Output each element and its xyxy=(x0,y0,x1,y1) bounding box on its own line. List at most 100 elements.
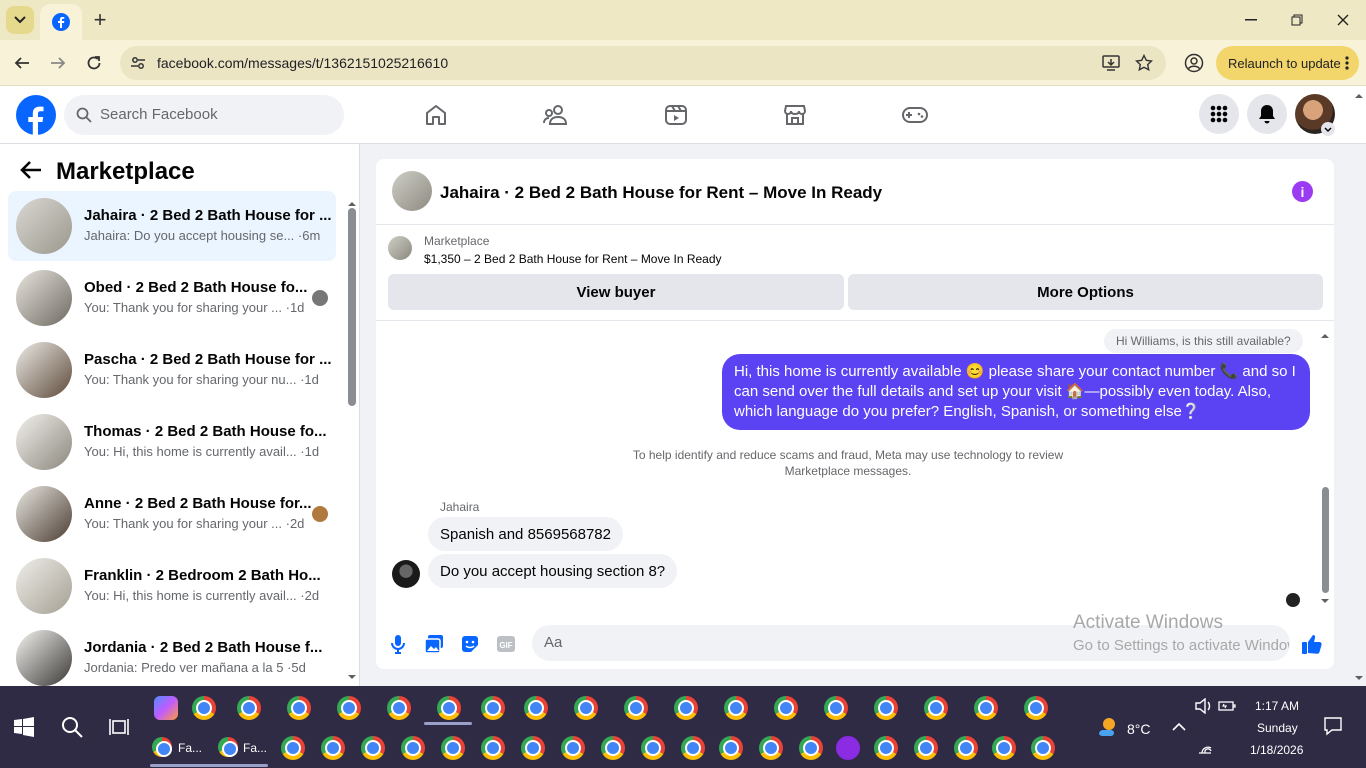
sidebar-scrollbar[interactable] xyxy=(347,196,357,684)
chrome-icon[interactable] xyxy=(321,736,345,760)
nav-home[interactable] xyxy=(419,98,453,132)
chrome-icon[interactable] xyxy=(524,696,548,720)
browser-tab-facebook[interactable] xyxy=(40,4,82,40)
site-info-icon[interactable] xyxy=(130,55,146,71)
clock-day[interactable]: Sunday xyxy=(1257,721,1298,735)
copilot-icon[interactable] xyxy=(154,696,178,720)
bookmark-star-icon[interactable] xyxy=(1135,54,1153,72)
conversation-item[interactable]: Obed · 2 Bed 2 Bath House fo... You: Tha… xyxy=(8,263,336,333)
weather-icon[interactable] xyxy=(1095,714,1119,738)
conversation-item[interactable]: Thomas · 2 Bed 2 Bath House fo... You: H… xyxy=(8,407,336,477)
clock-time[interactable]: 1:17 AM xyxy=(1255,699,1299,713)
chrome-icon[interactable] xyxy=(192,696,216,720)
nav-video[interactable] xyxy=(659,98,693,132)
attach-media-button[interactable] xyxy=(422,632,446,656)
voice-clip-button[interactable] xyxy=(386,632,410,656)
chrome-icon[interactable] xyxy=(674,696,698,720)
chrome-icon[interactable] xyxy=(481,696,505,720)
speaker-icon[interactable] xyxy=(1195,698,1213,714)
restore-button[interactable] xyxy=(1274,0,1320,40)
chrome-icon[interactable] xyxy=(521,736,545,760)
chrome-icon[interactable] xyxy=(437,696,461,720)
chrome-icon[interactable] xyxy=(401,736,425,760)
page-scroll-up-icon[interactable] xyxy=(1354,92,1364,100)
chrome-icon[interactable] xyxy=(387,696,411,720)
chat-scroll-thumb[interactable] xyxy=(1322,487,1329,593)
chrome-icon[interactable] xyxy=(1031,736,1055,760)
reload-button[interactable] xyxy=(80,49,108,77)
chrome-icon[interactable] xyxy=(281,736,305,760)
back-arrow-icon[interactable] xyxy=(20,160,42,180)
chrome-icon[interactable] xyxy=(237,696,261,720)
like-button[interactable] xyxy=(1300,632,1324,656)
chrome-icon[interactable] xyxy=(624,696,648,720)
incognito-profile-icon[interactable] xyxy=(836,736,860,760)
gif-button[interactable]: GIF xyxy=(494,632,518,656)
nav-marketplace[interactable] xyxy=(778,98,812,132)
minimize-button[interactable] xyxy=(1228,0,1274,40)
listing-thumbnail[interactable] xyxy=(392,171,432,211)
install-app-icon[interactable] xyxy=(1102,54,1120,72)
windows-start-icon[interactable] xyxy=(14,717,34,737)
chrome-icon[interactable] xyxy=(924,696,948,720)
notification-center-icon[interactable] xyxy=(1323,716,1343,736)
chrome-icon[interactable] xyxy=(914,736,938,760)
sidebar-scroll-thumb[interactable] xyxy=(348,208,356,406)
chrome-icon[interactable] xyxy=(152,737,172,757)
chrome-icon[interactable] xyxy=(287,696,311,720)
chrome-icon[interactable] xyxy=(724,696,748,720)
listing-price-title[interactable]: $1,350 – 2 Bed 2 Bath House for Rent – M… xyxy=(424,252,722,266)
chrome-icon[interactable] xyxy=(874,736,898,760)
nav-gaming[interactable] xyxy=(898,98,932,132)
search-icon[interactable] xyxy=(60,715,84,739)
chrome-icon[interactable] xyxy=(561,736,585,760)
chrome-icon[interactable] xyxy=(759,736,783,760)
tab-search-button[interactable] xyxy=(6,6,34,34)
chrome-icon[interactable] xyxy=(974,696,998,720)
chrome-icon[interactable] xyxy=(1024,696,1048,720)
chrome-icon[interactable] xyxy=(218,737,238,757)
chrome-icon[interactable] xyxy=(719,736,743,760)
facebook-logo[interactable] xyxy=(16,95,56,135)
sticker-button[interactable] xyxy=(458,632,482,656)
more-options-button[interactable]: More Options xyxy=(848,274,1323,310)
weather-temperature[interactable]: 8°C xyxy=(1127,721,1151,737)
notifications-button[interactable] xyxy=(1247,94,1287,134)
forward-button[interactable] xyxy=(44,49,72,77)
chrome-icon[interactable] xyxy=(574,696,598,720)
address-bar[interactable]: facebook.com/messages/t/1362151025216610 xyxy=(120,46,1166,80)
back-button[interactable] xyxy=(8,49,36,77)
chrome-icon[interactable] xyxy=(601,736,625,760)
chrome-icon[interactable] xyxy=(441,736,465,760)
taskbar-window-label[interactable]: Fa... xyxy=(178,741,202,755)
nav-friends[interactable] xyxy=(539,98,573,132)
incoming-message[interactable]: Spanish and 8569568782 xyxy=(428,517,623,551)
conversation-item[interactable]: Franklin · 2 Bedroom 2 Bath Ho... You: H… xyxy=(8,551,336,621)
taskbar-window-label[interactable]: Fa... xyxy=(243,741,267,755)
info-icon[interactable]: i xyxy=(1292,181,1313,202)
chrome-icon[interactable] xyxy=(774,696,798,720)
relaunch-update-button[interactable]: Relaunch to update xyxy=(1216,46,1359,80)
chevron-up-icon[interactable] xyxy=(1172,722,1186,732)
chrome-icon[interactable] xyxy=(824,696,848,720)
conversation-item[interactable]: Jordania · 2 Bed 2 Bath House f... Jorda… xyxy=(8,623,336,686)
network-icon[interactable] xyxy=(1198,740,1212,754)
search-facebook-input[interactable]: Search Facebook xyxy=(64,95,344,135)
clock-date[interactable]: 1/18/2026 xyxy=(1250,743,1303,757)
chrome-icon[interactable] xyxy=(361,736,385,760)
incoming-message[interactable]: Do you accept housing section 8? xyxy=(428,554,678,588)
conversation-item[interactable]: Jahaira · 2 Bed 2 Bath House for ... Jah… xyxy=(8,191,336,261)
battery-plug-icon[interactable] xyxy=(1218,698,1238,714)
chrome-icon[interactable] xyxy=(954,736,978,760)
close-window-button[interactable] xyxy=(1320,0,1366,40)
page-scroll-down-icon[interactable] xyxy=(1354,674,1364,682)
chrome-icon[interactable] xyxy=(681,736,705,760)
chrome-icon[interactable] xyxy=(641,736,665,760)
view-buyer-button[interactable]: View buyer xyxy=(388,274,844,310)
conversation-item[interactable]: Anne · 2 Bed 2 Bath House for... You: Th… xyxy=(8,479,336,549)
chrome-icon[interactable] xyxy=(874,696,898,720)
outgoing-message[interactable]: Hi, this home is currently available 😊 p… xyxy=(722,354,1310,430)
profile-icon[interactable] xyxy=(1184,53,1204,73)
sender-avatar[interactable] xyxy=(392,560,420,588)
menu-button[interactable] xyxy=(1199,94,1239,134)
